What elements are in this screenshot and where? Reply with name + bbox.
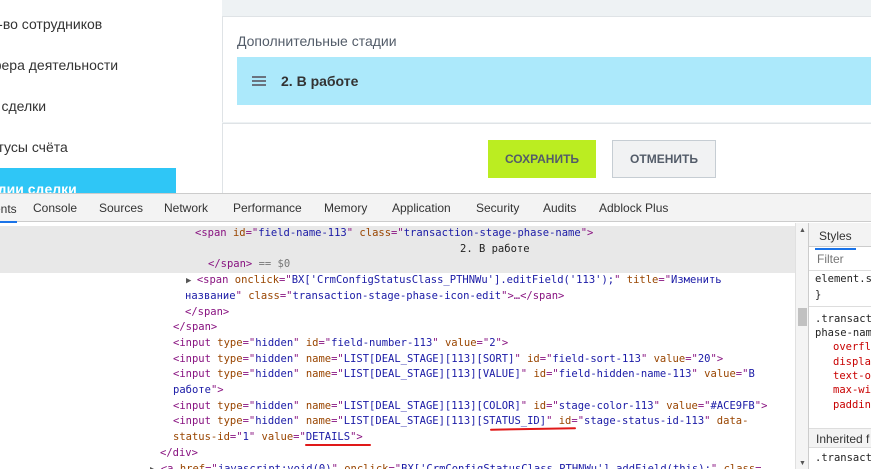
- styles-filter-input[interactable]: [817, 251, 871, 267]
- style-property[interactable]: overfl: [833, 341, 871, 353]
- dom-node-line[interactable]: </span>: [0, 320, 795, 336]
- tab-sources[interactable]: Sources: [99, 201, 143, 215]
- devtools-tab-bar: ents Console Sources Network Performance…: [0, 194, 871, 223]
- menu-item-label: л-во сотрудников: [0, 15, 103, 32]
- dom-node-line[interactable]: <input type="hidden" name="LIST[DEAL_STA…: [0, 399, 795, 415]
- scroll-up-icon[interactable]: ▲: [799, 227, 806, 234]
- menu-item-label: п сделки: [0, 97, 47, 114]
- menu-item-industry[interactable]: фера деятельности: [0, 44, 222, 85]
- style-property[interactable]: displa: [833, 356, 871, 368]
- style-selector[interactable]: .transact: [815, 313, 871, 325]
- tab-network[interactable]: Network: [164, 201, 208, 215]
- dom-node-line[interactable]: название" class="transaction-stage-phase…: [0, 289, 795, 305]
- dom-node-line[interactable]: ▶ <a href="javascript:void(0)" onclick="…: [0, 462, 795, 469]
- dom-node-line[interactable]: </span>: [0, 305, 795, 321]
- dom-node-line[interactable]: <input type="hidden" name="LIST[DEAL_STA…: [0, 352, 795, 368]
- annotation-underline: [305, 443, 371, 446]
- tab-performance[interactable]: Performance: [233, 201, 302, 215]
- style-selector[interactable]: }: [815, 289, 821, 301]
- dom-node-line[interactable]: <input type="hidden" name="LIST[DEAL_STA…: [0, 414, 795, 430]
- crm-main-area: Дополнительные стадии 2. В работе СОХРАН…: [222, 0, 871, 193]
- styles-tab-bar: Styles: [809, 223, 871, 250]
- style-selector[interactable]: element.s: [815, 273, 871, 285]
- menu-item-deal-stages[interactable]: адии сделки: [0, 168, 176, 193]
- menu-item-deal-type[interactable]: п сделки: [0, 85, 222, 126]
- styles-filter: [809, 247, 871, 271]
- dom-node-line[interactable]: <input type="hidden" id="field-number-11…: [0, 336, 795, 352]
- tab-security[interactable]: Security: [476, 201, 519, 215]
- tab-adblock-plus[interactable]: Adblock Plus: [599, 201, 668, 215]
- dom-node-line[interactable]: status-id="1" value="DETAILS">: [0, 430, 795, 446]
- dom-node-line[interactable]: </div>: [0, 446, 795, 462]
- menu-item-invoice-statuses[interactable]: атусы счёта: [0, 126, 222, 167]
- style-property[interactable]: text-o: [833, 370, 871, 382]
- dom-node-line[interactable]: <span id="field-name-113" class="transac…: [0, 226, 795, 242]
- dom-tree[interactable]: <span id="field-name-113" class="transac…: [0, 223, 808, 469]
- styles-pane: Styles element.s} .transact phase-nam overf…: [808, 223, 871, 469]
- dom-node-line[interactable]: 2. В работе: [0, 241, 795, 258]
- expand-triangle-icon[interactable]: ▶: [186, 276, 197, 286]
- style-property[interactable]: max-wi: [833, 384, 871, 396]
- settings-menu: л-во сотрудников фера деятельности п сде…: [0, 0, 222, 193]
- tab-application[interactable]: Application: [392, 201, 451, 215]
- inherited-header: Inherited f: [809, 428, 871, 448]
- expand-triangle-icon[interactable]: ▶: [150, 465, 161, 469]
- dom-scrollbar[interactable]: ▲ ▼: [795, 223, 808, 469]
- tab-elements[interactable]: ents: [0, 202, 17, 223]
- menu-item-label: адии сделки: [0, 180, 77, 194]
- stage-row[interactable]: 2. В работе: [237, 57, 871, 105]
- stage-name[interactable]: 2. В работе: [281, 73, 358, 89]
- style-selector[interactable]: phase-nam: [815, 327, 871, 339]
- save-button[interactable]: СОХРАНИТЬ: [488, 140, 596, 178]
- style-selector: .transact: [815, 452, 871, 464]
- tab-console[interactable]: Console: [33, 201, 77, 215]
- tab-audits[interactable]: Audits: [543, 201, 576, 215]
- dom-node-line[interactable]: работе">: [0, 383, 795, 399]
- menu-item-label: фера деятельности: [0, 56, 119, 73]
- dom-node-line[interactable]: <input type="hidden" name="LIST[DEAL_STA…: [0, 367, 795, 383]
- scrollbar-thumb[interactable]: [798, 308, 807, 326]
- dom-node-line[interactable]: ▶ <span onclick="BX['CrmConfigStatusClas…: [0, 273, 795, 289]
- rule-divider: [809, 306, 871, 307]
- form-buttons-bar: СОХРАНИТЬ ОТМЕНИТЬ: [222, 123, 871, 193]
- menu-item-employees-count[interactable]: л-во сотрудников: [0, 3, 222, 44]
- dom-node-line[interactable]: </span> == $0: [0, 257, 795, 274]
- tab-styles[interactable]: Styles: [815, 229, 856, 250]
- scroll-down-icon[interactable]: ▼: [799, 460, 806, 467]
- menu-item-label: атусы счёта: [0, 138, 68, 155]
- devtools-panel: ents Console Sources Network Performance…: [0, 193, 871, 469]
- additional-stages-panel: Дополнительные стадии 2. В работе: [222, 16, 871, 122]
- tab-memory[interactable]: Memory: [324, 201, 367, 215]
- cancel-button[interactable]: ОТМЕНИТЬ: [612, 140, 716, 178]
- drag-handle-icon[interactable]: [252, 76, 266, 86]
- section-title: Дополнительные стадии: [237, 33, 397, 49]
- style-property[interactable]: paddin: [833, 399, 871, 411]
- crm-settings-page: л-во сотрудников фера деятельности п сде…: [0, 0, 871, 193]
